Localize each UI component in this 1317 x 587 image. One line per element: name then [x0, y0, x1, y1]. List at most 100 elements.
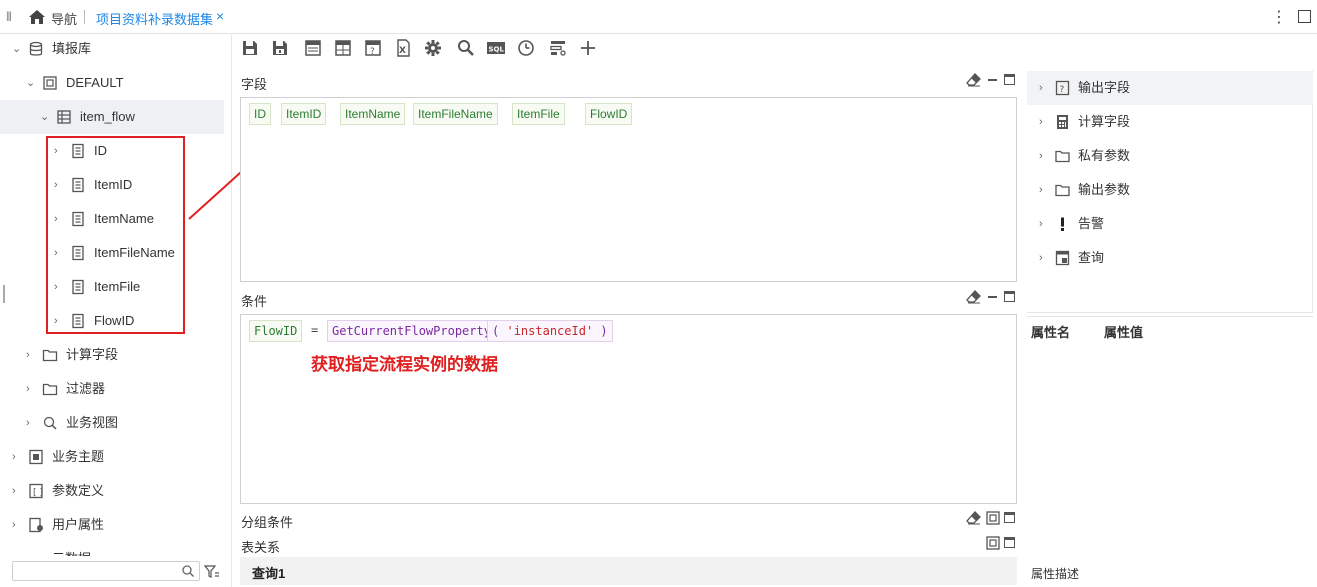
- tree-item-root[interactable]: ⌄ 填报库: [0, 32, 232, 66]
- chevron-right-icon[interactable]: ›: [1039, 241, 1043, 275]
- restore-icon[interactable]: [986, 511, 1000, 528]
- tree-item-calc-fields[interactable]: › 计算字段: [1027, 105, 1313, 139]
- tree-item-label: 元数据: [52, 542, 91, 556]
- filter-icon[interactable]: [204, 564, 220, 580]
- tree-item-label: 输出参数: [1078, 182, 1131, 197]
- sql-icon[interactable]: SQL: [486, 38, 506, 58]
- chevron-right-icon[interactable]: ›: [1039, 139, 1043, 173]
- svg-text:?: ?: [370, 47, 375, 57]
- condition-lparen-chip[interactable]: ( 'instanceId' ): [487, 320, 613, 342]
- eraser-icon[interactable]: [966, 290, 981, 307]
- prop-value-header: 属性值: [1104, 325, 1144, 340]
- sort-icon[interactable]: [548, 38, 568, 58]
- field-chip[interactable]: ItemName: [340, 103, 406, 125]
- conditions-panel[interactable]: FlowID = GetCurrentFlowProperty ( 'insta…: [240, 314, 1017, 504]
- tree-item-label: item_flow: [80, 109, 135, 124]
- tree-item-label: DEFAULT: [66, 75, 124, 90]
- maximize-icon[interactable]: [1004, 512, 1015, 523]
- tree-item-output-params[interactable]: › 输出参数: [1027, 173, 1313, 207]
- tree-item-label: 业务主题: [52, 449, 105, 464]
- nav-label[interactable]: 导航: [51, 9, 77, 28]
- layout-icon[interactable]: [303, 38, 323, 58]
- chevron-right-icon[interactable]: ›: [12, 508, 22, 542]
- chevron-right-icon[interactable]: ›: [12, 440, 22, 474]
- tree-item-output-fields[interactable]: › ? 输出字段: [1027, 71, 1313, 105]
- home-icon[interactable]: [28, 8, 46, 26]
- tree-item-alerts[interactable]: › 告警: [1027, 207, 1313, 241]
- chevron-right-icon[interactable]: ›: [26, 372, 36, 406]
- chevron-down-icon[interactable]: ⌄: [26, 66, 36, 100]
- chevron-down-icon[interactable]: ⌄: [40, 100, 50, 134]
- chevron-right-icon[interactable]: ›: [12, 542, 22, 556]
- tree-item-query[interactable]: › 查询: [1027, 241, 1313, 275]
- tree-item-label: 业务视图: [66, 415, 119, 430]
- chevron-right-icon[interactable]: ›: [1039, 207, 1043, 241]
- gear-icon[interactable]: [423, 38, 443, 58]
- tab-query1[interactable]: 查询1: [252, 563, 285, 582]
- maximize-icon[interactable]: [1004, 291, 1015, 302]
- maximize-icon[interactable]: [1004, 537, 1015, 548]
- tree-item-user-attr[interactable]: › 用户属性: [0, 508, 232, 542]
- chevron-right-icon[interactable]: ›: [26, 406, 36, 440]
- tab-dataset[interactable]: 项目资料补录数据集: [96, 9, 213, 28]
- field-chip[interactable]: ItemID: [281, 103, 327, 125]
- tree-item-label: 查询: [1078, 250, 1105, 265]
- chevron-right-icon[interactable]: ›: [12, 474, 22, 508]
- condition-field-chip[interactable]: FlowID: [249, 320, 303, 342]
- tree-item-business-topic[interactable]: › 业务主题: [0, 440, 232, 474]
- chevron-right-icon[interactable]: ›: [1039, 71, 1043, 105]
- tree-item-business-view[interactable]: › 业务视图: [0, 406, 232, 440]
- field-chip[interactable]: ItemFile: [512, 103, 565, 125]
- table-icon: [57, 110, 71, 124]
- tree-search-input[interactable]: [12, 561, 200, 581]
- maximize-icon[interactable]: [1298, 10, 1311, 23]
- param-query-icon[interactable]: ?: [363, 38, 383, 58]
- drag-grip-icon[interactable]: |||: [6, 11, 12, 22]
- tree-item-label: 私有参数: [1078, 148, 1131, 163]
- field-chip[interactable]: ID: [249, 103, 271, 125]
- condition-function-chip[interactable]: GetCurrentFlowProperty: [327, 320, 496, 342]
- condition-lparen: (: [492, 324, 500, 338]
- search-icon[interactable]: [181, 564, 195, 578]
- minimize-icon[interactable]: [988, 296, 997, 298]
- alert-icon: [1061, 217, 1064, 231]
- clock-icon[interactable]: [516, 38, 536, 58]
- chevron-right-icon[interactable]: ›: [1039, 173, 1043, 207]
- tree-item-label: 输出字段: [1078, 80, 1131, 95]
- tree-item-label: 参数定义: [52, 483, 105, 498]
- add-icon[interactable]: [578, 38, 598, 58]
- tree-item-schema[interactable]: ⌄ DEFAULT: [0, 66, 232, 100]
- condition-operator[interactable]: =: [307, 320, 322, 342]
- tree-item-calc-fields[interactable]: › 计算字段: [0, 338, 232, 372]
- folder-icon: [42, 383, 58, 396]
- fields-panel[interactable]: ID ItemID ItemName ItemFileName ItemFile…: [240, 97, 1017, 282]
- chevron-right-icon[interactable]: ›: [26, 338, 36, 372]
- chevron-down-icon[interactable]: ⌄: [12, 32, 22, 66]
- eraser-icon[interactable]: [966, 511, 981, 528]
- tree-item-filters[interactable]: › 过滤器: [0, 372, 232, 406]
- tree-item-label: 填报库: [52, 41, 92, 56]
- more-vertical-icon[interactable]: ⋮: [1271, 7, 1287, 27]
- field-chip[interactable]: FlowID: [585, 103, 633, 125]
- field-chip[interactable]: ItemFileName: [413, 103, 498, 125]
- query-tab-bar: 查询1: [240, 557, 1017, 585]
- maximize-icon[interactable]: [1004, 74, 1015, 85]
- save-as-icon[interactable]: [270, 38, 290, 58]
- folder-icon: [1055, 150, 1070, 163]
- minimize-icon[interactable]: [988, 79, 997, 81]
- excel-icon[interactable]: X: [393, 38, 413, 58]
- search-icon: [43, 416, 57, 430]
- search-icon[interactable]: [456, 38, 476, 58]
- tab-close-icon[interactable]: ×: [216, 8, 224, 24]
- chevron-right-icon[interactable]: ›: [1039, 105, 1043, 139]
- eraser-icon[interactable]: [966, 73, 981, 90]
- tree-item-table[interactable]: ⌄ item_flow: [0, 100, 224, 134]
- restore-icon[interactable]: [986, 536, 1000, 553]
- tree-item-label: 告警: [1078, 216, 1105, 231]
- tree-item-param-def[interactable]: › [ ] 参数定义: [0, 474, 232, 508]
- tree-item-private-params[interactable]: › 私有参数: [1027, 139, 1313, 173]
- save-icon[interactable]: [240, 38, 260, 58]
- table-view-icon[interactable]: [333, 38, 353, 58]
- fields-section-title: 字段: [241, 77, 268, 92]
- tree-item-metadata[interactable]: › 元数据: [0, 542, 232, 556]
